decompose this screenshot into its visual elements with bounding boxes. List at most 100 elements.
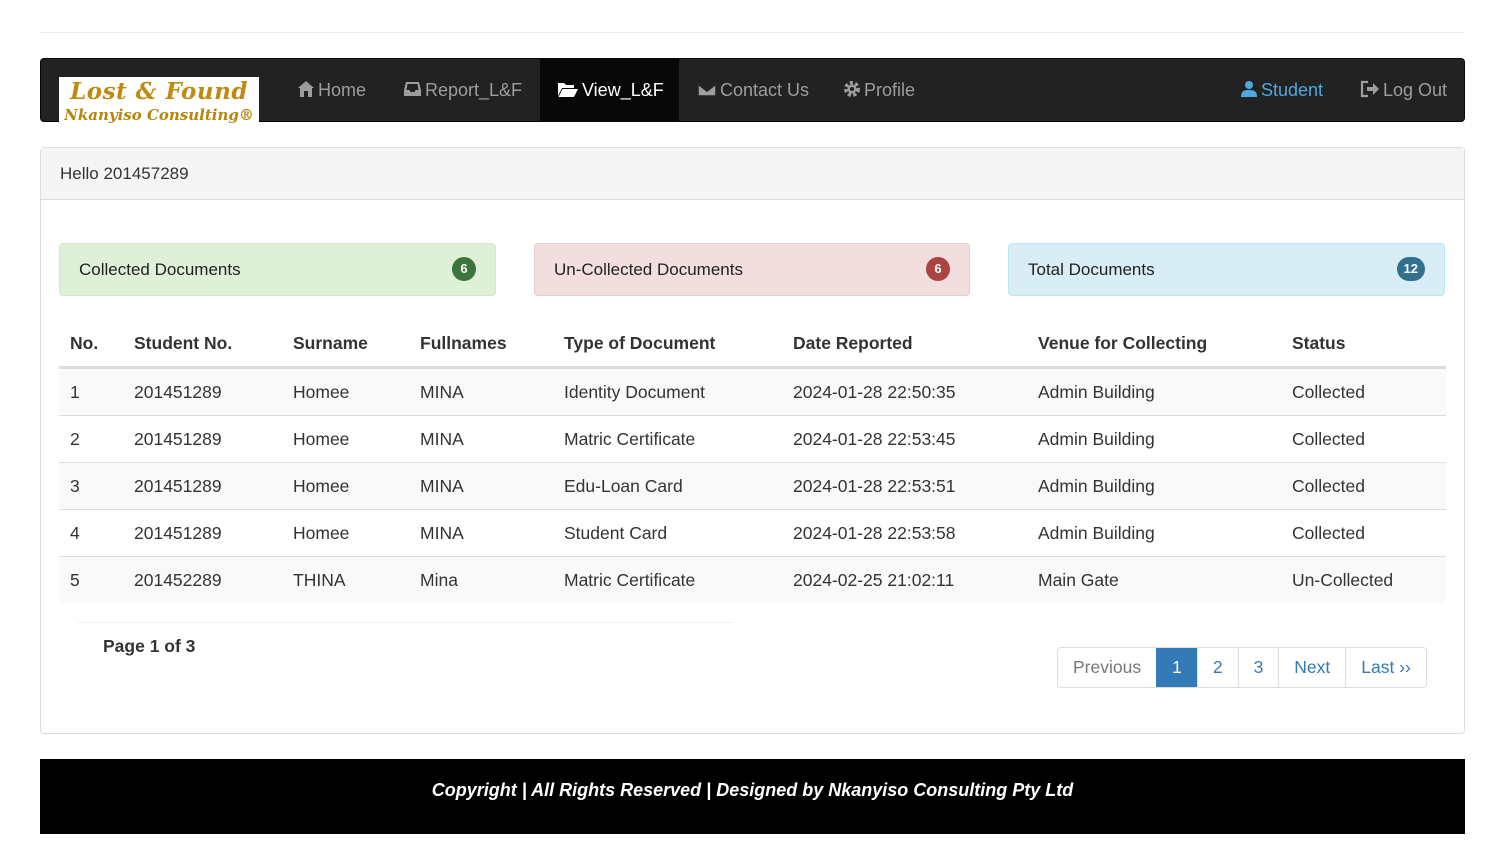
cell-student-no: 201451289 xyxy=(134,476,222,496)
cell-document-type: Identity Document xyxy=(564,382,706,402)
brand-logo[interactable]: Lost & Found Nkanyiso Consulting® xyxy=(59,77,259,133)
collected-count-badge: 6 xyxy=(452,257,476,281)
nav-contact-label: Contact Us xyxy=(720,80,810,100)
cell-fullnames: MINA xyxy=(420,523,464,543)
cell-no: 2 xyxy=(70,429,80,449)
cell-student-no: 201451289 xyxy=(134,382,222,402)
cell-no: 5 xyxy=(70,570,80,590)
inbox-icon xyxy=(404,82,421,96)
cell-document-type: Edu-Loan Card xyxy=(564,476,683,496)
col-header-venue: Venue for Collecting xyxy=(1038,333,1208,353)
table-row: 5 201452289 THINA Mina Matric Certificat… xyxy=(59,556,1446,603)
col-header-status: Status xyxy=(1292,333,1346,353)
col-header-student-no: Student No. xyxy=(134,333,233,353)
cell-status: Collected xyxy=(1292,523,1365,543)
nav-logout[interactable]: Log Out xyxy=(1360,59,1447,121)
table-row: 4 201451289 Homee MINA Student Card 2024… xyxy=(59,509,1446,556)
table-header-row: No. Student No. Surname Fullnames Type o… xyxy=(59,320,1446,368)
nav-view[interactable]: View_L&F xyxy=(540,59,679,121)
cell-date-reported: 2024-02-25 21:02:11 xyxy=(793,570,955,590)
nav-profile[interactable]: Profile xyxy=(843,59,915,121)
cell-fullnames: MINA xyxy=(420,429,464,449)
cell-status: Collected xyxy=(1292,429,1365,449)
next-page-button[interactable]: Next xyxy=(1278,648,1345,687)
table-row: 1 201451289 Homee MINA Identity Document… xyxy=(59,368,1446,415)
envelope-icon xyxy=(697,83,717,97)
cell-surname: Homee xyxy=(293,523,350,543)
cell-no: 1 xyxy=(70,382,80,402)
cell-date-reported: 2024-01-28 22:50:35 xyxy=(793,382,956,402)
pagination-divider xyxy=(78,622,733,623)
cell-surname: Homee xyxy=(293,429,350,449)
documents-panel: Hello 201457289 Collected Documents 6 Un… xyxy=(40,147,1465,734)
nav-profile-label: Profile xyxy=(864,80,916,100)
table-row: 3 201451289 Homee MINA Edu-Loan Card 202… xyxy=(59,462,1446,509)
footer: Copyright | All Rights Reserved | Design… xyxy=(40,759,1465,834)
cell-fullnames: MINA xyxy=(420,382,464,402)
cell-fullnames: MINA xyxy=(420,476,464,496)
log-out-icon xyxy=(1360,80,1379,98)
nav-student[interactable]: Student xyxy=(1240,59,1323,121)
total-documents-card: Total Documents 12 xyxy=(1008,243,1445,296)
copyright-text: Copyright | All Rights Reserved | Design… xyxy=(431,780,1074,800)
nav-logout-label: Log Out xyxy=(1383,80,1448,100)
cell-surname: THINA xyxy=(293,570,346,590)
cell-surname: Homee xyxy=(293,476,350,496)
cell-fullnames: Mina xyxy=(420,570,458,590)
pagination: Previous 1 2 3 Next Last ›› xyxy=(1057,647,1427,688)
cell-no: 3 xyxy=(70,476,80,496)
cell-student-no: 201452289 xyxy=(134,570,222,590)
cell-status: Collected xyxy=(1292,476,1365,496)
nav-home[interactable]: Home xyxy=(297,59,366,121)
cell-venue: Admin Building xyxy=(1038,382,1155,402)
cell-surname: Homee xyxy=(293,382,350,402)
user-icon xyxy=(1241,81,1257,97)
documents-table: No. Student No. Surname Fullnames Type o… xyxy=(59,320,1446,603)
cell-document-type: Matric Certificate xyxy=(564,429,696,449)
col-header-fullnames: Fullnames xyxy=(420,333,507,353)
table-row: 2 201451289 Homee MINA Matric Certificat… xyxy=(59,415,1446,462)
cell-venue: Admin Building xyxy=(1038,523,1155,543)
last-page-button[interactable]: Last ›› xyxy=(1345,648,1426,687)
cell-student-no: 201451289 xyxy=(134,523,222,543)
cell-venue: Admin Building xyxy=(1038,476,1155,496)
top-divider xyxy=(40,32,1465,33)
cell-status: Collected xyxy=(1292,382,1365,402)
col-header-date-reported: Date Reported xyxy=(793,333,913,353)
col-header-document-type: Type of Document xyxy=(564,333,716,353)
cell-document-type: Student Card xyxy=(564,523,668,543)
total-label: Total Documents xyxy=(1028,260,1155,279)
cell-status: Un-Collected xyxy=(1292,570,1394,590)
col-header-no: No. xyxy=(70,333,99,353)
page-1-button[interactable]: 1 xyxy=(1156,648,1197,687)
uncollected-count-badge: 6 xyxy=(926,257,950,281)
col-header-surname: Surname xyxy=(293,333,368,353)
nav-report-label: Report_L&F xyxy=(425,80,523,100)
nav-report[interactable]: Report_L&F xyxy=(403,59,522,121)
cell-date-reported: 2024-01-28 22:53:58 xyxy=(793,523,956,543)
nav-view-label: View_L&F xyxy=(582,80,664,100)
cell-venue: Admin Building xyxy=(1038,429,1155,449)
cell-document-type: Matric Certificate xyxy=(564,570,696,590)
cell-date-reported: 2024-01-28 22:53:51 xyxy=(793,476,956,496)
nav-contact[interactable]: Contact Us xyxy=(697,59,809,121)
cell-venue: Main Gate xyxy=(1038,570,1119,590)
previous-page-button[interactable]: Previous xyxy=(1058,648,1156,687)
uncollected-label: Un-Collected Documents xyxy=(554,260,743,279)
home-icon xyxy=(298,81,314,97)
gear-icon xyxy=(844,81,860,97)
collected-label: Collected Documents xyxy=(79,260,241,279)
brand-subtitle: Nkanyiso Consulting® xyxy=(64,106,254,124)
cell-no: 4 xyxy=(70,523,80,543)
uncollected-documents-card: Un-Collected Documents 6 xyxy=(534,243,970,296)
page-3-button[interactable]: 3 xyxy=(1237,648,1279,687)
total-count-badge: 12 xyxy=(1396,257,1425,281)
page-2-button[interactable]: 2 xyxy=(1196,648,1238,687)
collected-documents-card: Collected Documents 6 xyxy=(59,243,496,296)
cell-date-reported: 2024-01-28 22:53:45 xyxy=(793,429,956,449)
nav-student-label: Student xyxy=(1261,80,1324,100)
navbar: Lost & Found Nkanyiso Consulting® Home R… xyxy=(40,58,1465,133)
page-info: Page 1 of 3 xyxy=(103,636,196,656)
brand-title: Lost & Found xyxy=(70,78,248,105)
nav-home-label: Home xyxy=(318,80,367,100)
